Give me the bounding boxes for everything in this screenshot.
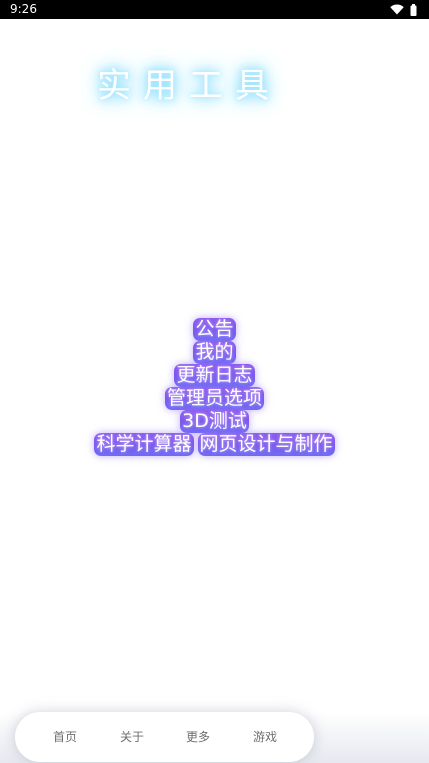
menu-row: 我的 xyxy=(193,341,236,364)
menu-item-scientific-calculator[interactable]: 科学计算器 xyxy=(94,433,194,456)
nav-item-more[interactable]: 更多 xyxy=(173,712,223,762)
app-title: 实用工具 xyxy=(97,66,281,106)
menu-item-admin-options[interactable]: 管理员选项 xyxy=(164,387,264,410)
menu-row: 更新日志 xyxy=(174,364,255,387)
menu-item-web-design[interactable]: 网页设计与制作 xyxy=(197,433,335,456)
nav-item-games[interactable]: 游戏 xyxy=(240,712,290,762)
status-time: 9:26 xyxy=(10,2,37,16)
menu-item-changelog[interactable]: 更新日志 xyxy=(174,364,255,387)
status-icons xyxy=(390,3,417,16)
wifi-icon xyxy=(390,4,404,15)
menu-item-3d-test[interactable]: 3D测试 xyxy=(180,410,249,433)
menu-item-announcement[interactable]: 公告 xyxy=(193,318,236,341)
menu-item-mine[interactable]: 我的 xyxy=(193,341,236,364)
main-menu: 公告 我的 更新日志 管理员选项 3D测试 科学计算器 网页设计与制作 xyxy=(0,318,429,456)
menu-row: 科学计算器 网页设计与制作 xyxy=(94,433,335,456)
battery-icon xyxy=(410,3,417,16)
menu-row: 3D测试 xyxy=(180,410,249,433)
menu-row: 公告 xyxy=(193,318,236,341)
bottom-nav: 首页 关于 更多 游戏 xyxy=(15,712,314,762)
status-bar: 9:26 xyxy=(0,0,429,19)
nav-item-about[interactable]: 关于 xyxy=(107,712,157,762)
menu-row: 管理员选项 xyxy=(164,387,264,410)
nav-item-home[interactable]: 首页 xyxy=(40,712,90,762)
